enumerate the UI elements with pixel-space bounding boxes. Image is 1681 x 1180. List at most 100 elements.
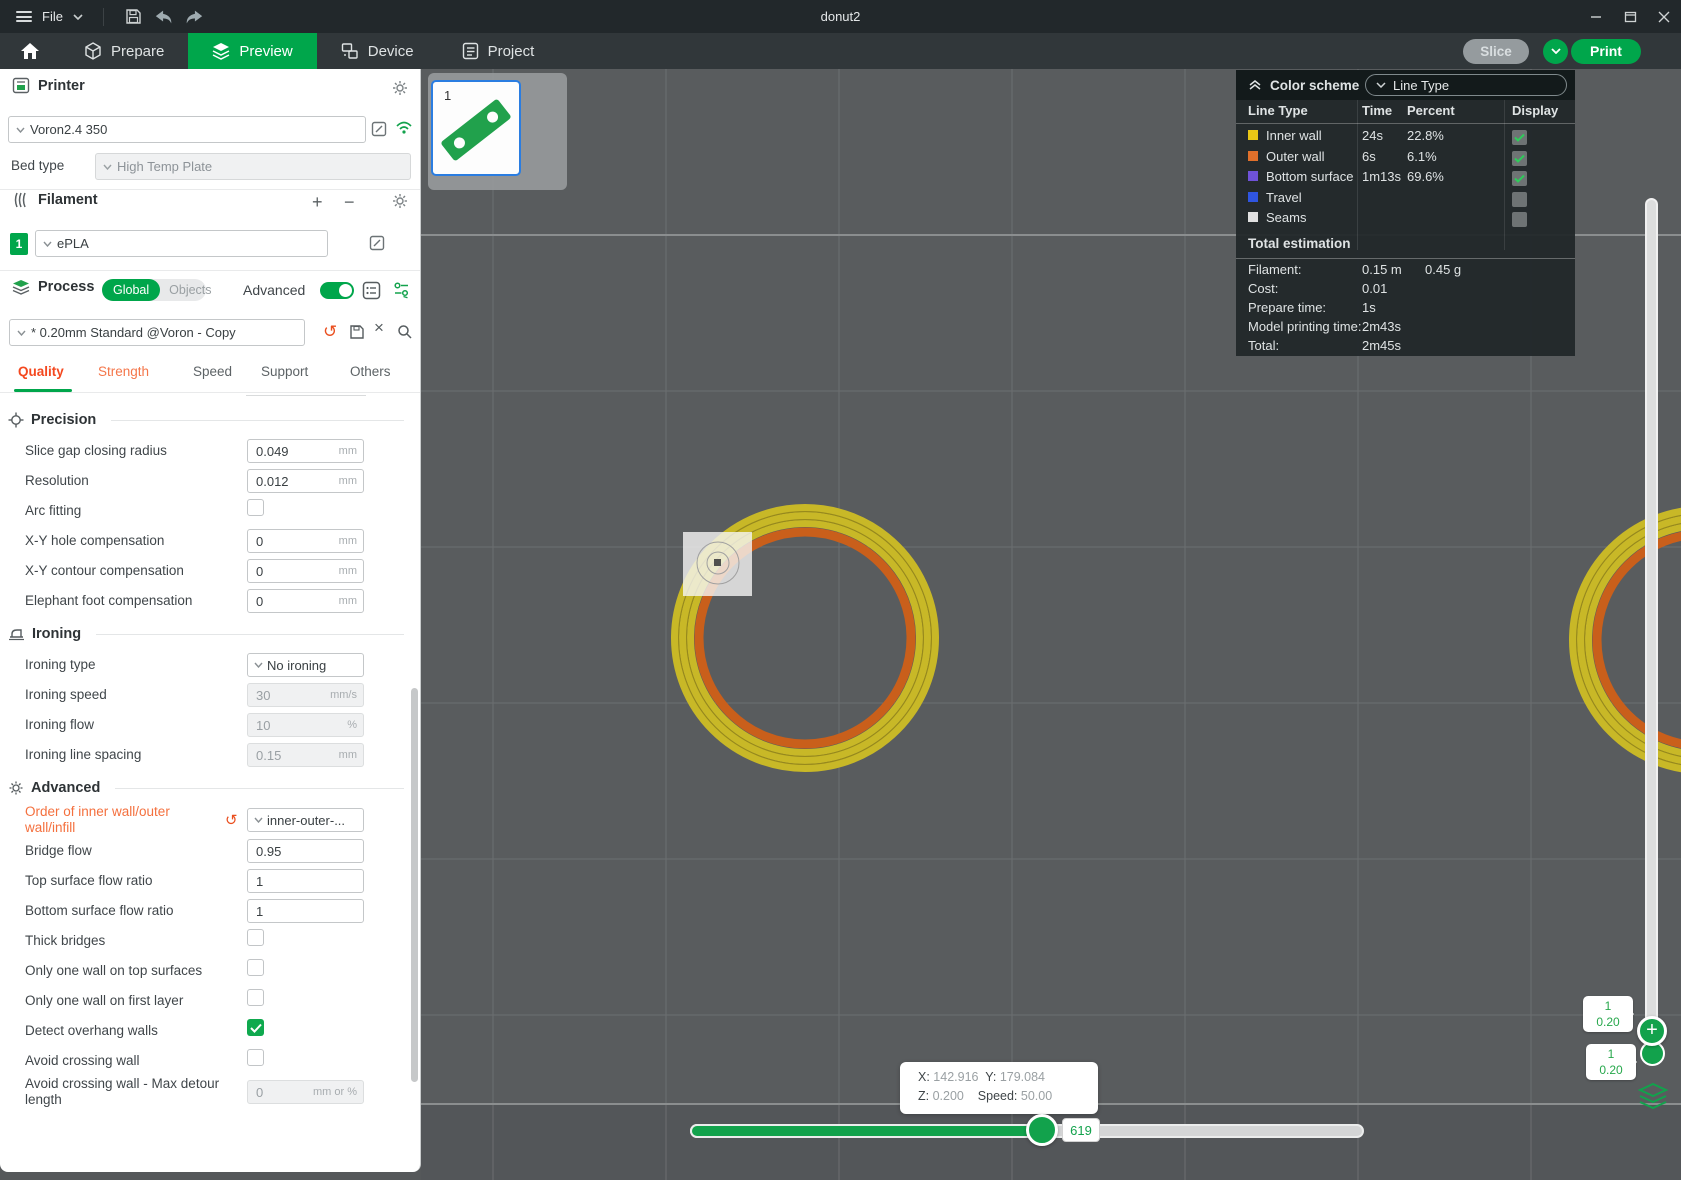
search-preset-icon[interactable] xyxy=(397,324,413,345)
menu-icon[interactable] xyxy=(16,11,32,22)
setting-checkbox[interactable] xyxy=(247,1049,264,1066)
tab-quality[interactable]: Quality xyxy=(18,364,64,379)
delete-preset-icon[interactable]: × xyxy=(374,318,384,338)
undo-icon[interactable] xyxy=(154,7,174,27)
setting-input[interactable]: 0.049 mm xyxy=(247,439,364,463)
print-button[interactable]: Print xyxy=(1571,38,1641,64)
setting-checkbox[interactable] xyxy=(247,989,264,1006)
setting-input[interactable]: 10% xyxy=(247,713,364,737)
filament-select[interactable]: ePLA xyxy=(35,230,328,257)
collapse-panel-icon[interactable] xyxy=(1248,80,1262,90)
preset-list-icon[interactable] xyxy=(362,281,381,305)
plate-thumbnail[interactable]: 1 xyxy=(431,80,521,176)
add-filament-icon[interactable]: + xyxy=(312,192,323,213)
display-checkbox[interactable] xyxy=(1512,130,1527,145)
setting-checkbox[interactable] xyxy=(247,959,264,976)
tab-project[interactable]: Project xyxy=(438,33,559,69)
close-button[interactable] xyxy=(1647,0,1681,33)
setting-input[interactable]: 0 mm xyxy=(247,529,364,553)
setting-row: Avoid crossing wall xyxy=(0,1046,408,1076)
settings-group-header: Precision xyxy=(0,404,408,436)
estimation-row: Filament: 0.15 m 0.45 g xyxy=(1248,262,1462,277)
y-coordinate: 179.084 xyxy=(999,1070,1046,1084)
wifi-connection-icon[interactable] xyxy=(395,120,413,140)
home-button[interactable] xyxy=(0,33,60,69)
line-type-row: Seams xyxy=(1236,209,1575,229)
slice-button[interactable]: Slice xyxy=(1463,38,1529,64)
tab-prepare[interactable]: Prepare xyxy=(60,33,188,69)
setting-input[interactable]: 0.15 mm xyxy=(247,743,364,767)
compare-params-icon[interactable] xyxy=(393,281,410,304)
setting-row: Arc fitting xyxy=(0,496,408,526)
setting-select[interactable]: No ironing xyxy=(247,653,364,677)
reset-setting-icon[interactable]: ↺ xyxy=(225,811,238,829)
process-preset-select[interactable]: * 0.20mm Standard @Voron - Copy xyxy=(9,319,305,346)
sidebar-scrollbar[interactable] xyxy=(411,688,418,1082)
display-checkbox[interactable] xyxy=(1512,171,1527,186)
chevron-down-icon xyxy=(17,330,26,336)
scope-objects[interactable]: Objects xyxy=(160,283,220,297)
filament-settings-gear-icon[interactable] xyxy=(392,193,408,214)
remove-filament-icon[interactable]: − xyxy=(344,192,355,213)
bed-type-select[interactable]: High Temp Plate xyxy=(95,153,411,180)
minimize-button[interactable] xyxy=(1579,0,1613,33)
tab-others[interactable]: Others xyxy=(350,364,391,379)
setting-input[interactable]: 30 mm/s xyxy=(247,683,364,707)
maximize-button[interactable] xyxy=(1613,0,1647,33)
display-checkbox[interactable] xyxy=(1512,150,1527,166)
reset-preset-icon[interactable]: ↺ xyxy=(323,322,337,342)
advanced-label: Advanced xyxy=(243,282,306,298)
redo-icon[interactable] xyxy=(184,7,204,27)
tab-speed[interactable]: Speed xyxy=(193,364,232,379)
move-slider-value: 619 xyxy=(1062,1118,1100,1142)
setting-row: Order of inner wall/outer wall/infill ↺ in… xyxy=(0,804,408,836)
printer-select[interactable]: Voron2.4 350 xyxy=(8,116,366,143)
window-title: donut2 xyxy=(820,9,861,24)
line-type-row: Bottom surface 1m13s 69.6% xyxy=(1236,168,1575,188)
layer-slider-add-handle[interactable]: + xyxy=(1637,1016,1667,1046)
save-preset-icon[interactable] xyxy=(349,324,365,345)
setting-row: Top surface flow ratio 1 xyxy=(0,866,408,896)
save-icon[interactable] xyxy=(124,7,144,27)
tab-strength[interactable]: Strength xyxy=(98,364,149,379)
move-slider-handle[interactable] xyxy=(1026,1114,1058,1146)
scope-global[interactable]: Global xyxy=(102,279,161,301)
edit-filament-icon[interactable] xyxy=(369,235,385,256)
setting-checkbox[interactable] xyxy=(247,1019,264,1036)
color-scheme-select[interactable]: Line Type xyxy=(1365,74,1567,96)
chevron-down-icon[interactable] xyxy=(73,13,83,20)
printer-settings-gear-icon[interactable] xyxy=(392,80,408,101)
display-checkbox[interactable] xyxy=(1512,212,1527,227)
process-scope-toggle[interactable]: Global Objects xyxy=(102,279,212,301)
display-checkbox[interactable] xyxy=(1512,191,1527,207)
setting-input[interactable]: 0.95 xyxy=(247,839,364,863)
setting-input[interactable]: 1 xyxy=(247,899,364,923)
tab-preview[interactable]: Preview xyxy=(188,33,317,69)
setting-input[interactable]: 0.012 mm xyxy=(247,469,364,493)
setting-input[interactable]: 1 xyxy=(247,869,364,893)
chevron-down-icon xyxy=(43,241,52,247)
file-menu[interactable]: File xyxy=(42,9,63,24)
setting-checkbox[interactable] xyxy=(247,929,264,946)
estimation-row: Model printing time: 2m43s xyxy=(1248,319,1402,334)
tab-support[interactable]: Support xyxy=(261,364,308,379)
setting-select[interactable]: inner-outer-... xyxy=(247,808,364,832)
move-slider-fill xyxy=(690,1124,1042,1138)
setting-label: X-Y contour compensation xyxy=(25,563,184,578)
edit-printer-icon[interactable] xyxy=(371,121,387,142)
print-dropdown-button[interactable] xyxy=(1543,38,1568,64)
tab-device[interactable]: Device xyxy=(317,33,438,69)
setting-label: Ironing flow xyxy=(25,717,95,732)
preview-layers-icon xyxy=(213,43,230,60)
layer-slider-track[interactable] xyxy=(1645,198,1658,1054)
z-coordinate: 0.200 xyxy=(932,1089,964,1103)
setting-input[interactable]: 0 mm xyxy=(247,559,364,583)
setting-input[interactable]: 0 mm xyxy=(247,589,364,613)
filament-slot-number[interactable]: 1 xyxy=(10,233,28,255)
setting-row: Bridge flow 0.95 xyxy=(0,836,408,866)
advanced-toggle[interactable] xyxy=(320,282,354,299)
setting-checkbox[interactable] xyxy=(247,499,264,516)
layers-view-icon[interactable] xyxy=(1637,1082,1669,1117)
slice-stats-panel: Color scheme Line Type Line Type Time Pe… xyxy=(1236,70,1575,356)
setting-input[interactable]: 0 mm or % xyxy=(247,1080,364,1104)
